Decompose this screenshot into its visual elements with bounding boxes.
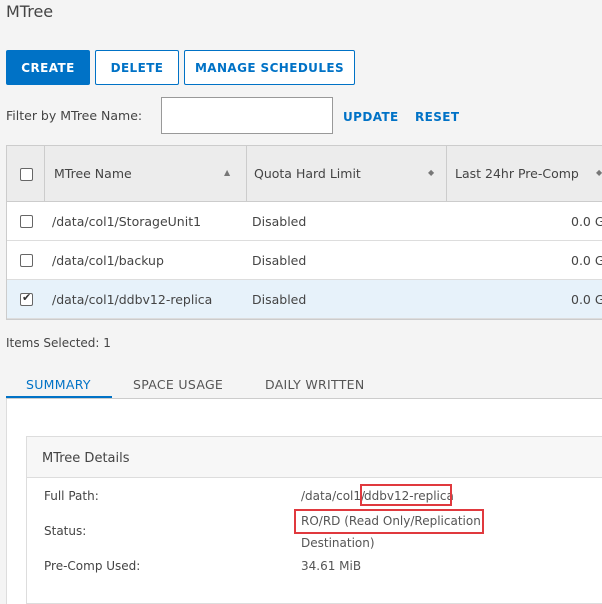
column-divider xyxy=(44,146,45,201)
quota-cell: Disabled xyxy=(252,253,307,268)
mtree-name-cell: /data/col1/ddbv12-replica xyxy=(52,292,213,307)
delete-button[interactable]: DELETE xyxy=(95,50,179,85)
precomp-used-value: 34.61 MiB xyxy=(301,559,362,573)
table-row[interactable]: /data/col1/ddbv12-replica Disabled 0.0 G xyxy=(7,280,602,319)
filter-label: Filter by MTree Name: xyxy=(6,108,143,123)
update-button[interactable]: UPDATE xyxy=(343,110,399,124)
filter-input[interactable] xyxy=(161,97,333,134)
table-row[interactable]: /data/col1/StorageUnit1 Disabled 0.0 G xyxy=(7,202,602,241)
column-divider xyxy=(446,146,447,201)
row-checkbox[interactable] xyxy=(20,215,33,228)
precomp-cell: 0.0 G xyxy=(571,253,602,268)
precomp-cell: 0.0 G xyxy=(571,292,602,307)
full-path-prefix: /data/col1/ xyxy=(301,489,366,503)
precomp-cell: 0.0 G xyxy=(571,214,602,229)
quota-cell: Disabled xyxy=(252,214,307,229)
create-button[interactable]: CREATE xyxy=(6,50,90,85)
column-divider xyxy=(246,146,247,201)
column-header-last-24hr-pre-comp[interactable]: Last 24hr Pre-Comp xyxy=(455,166,579,181)
status-value-line2: Destination) xyxy=(301,536,375,550)
tab-summary[interactable]: SUMMARY xyxy=(26,377,91,392)
manage-schedules-button[interactable]: MANAGE SCHEDULES xyxy=(184,50,355,85)
precomp-used-label: Pre-Comp Used: xyxy=(44,559,141,573)
column-header-mtree-name[interactable]: MTree Name xyxy=(54,166,132,181)
status-label: Status: xyxy=(44,524,87,538)
row-checkbox[interactable] xyxy=(20,291,33,306)
row-checkbox[interactable] xyxy=(20,254,33,267)
mtree-name-cell: /data/col1/backup xyxy=(52,253,164,268)
items-selected-count: Items Selected: 1 xyxy=(6,336,111,350)
mtree-name-cell: /data/col1/StorageUnit1 xyxy=(52,214,202,229)
sort-ascending-icon[interactable]: ▲ xyxy=(224,168,230,177)
page-title: MTree xyxy=(6,2,54,21)
full-path-label: Full Path: xyxy=(44,489,99,503)
grid-header: MTree Name ▲ Quota Hard Limit ◆ Last 24h… xyxy=(7,146,602,202)
highlight-box xyxy=(360,484,452,506)
sort-icon[interactable]: ◆ xyxy=(596,168,602,177)
column-header-quota-hard-limit[interactable]: Quota Hard Limit xyxy=(254,166,361,181)
highlight-box xyxy=(294,509,484,534)
reset-button[interactable]: RESET xyxy=(415,110,459,124)
tab-daily-written[interactable]: DAILY WRITTEN xyxy=(265,377,365,392)
quota-cell: Disabled xyxy=(252,292,307,307)
select-all-checkbox[interactable] xyxy=(20,168,33,181)
sort-icon[interactable]: ◆ xyxy=(428,168,434,177)
mtree-details-title: MTree Details xyxy=(42,451,130,466)
tab-space-usage[interactable]: SPACE USAGE xyxy=(133,377,223,392)
table-row[interactable]: /data/col1/backup Disabled 0.0 G xyxy=(7,241,602,280)
mtree-grid: MTree Name ▲ Quota Hard Limit ◆ Last 24h… xyxy=(6,145,602,320)
